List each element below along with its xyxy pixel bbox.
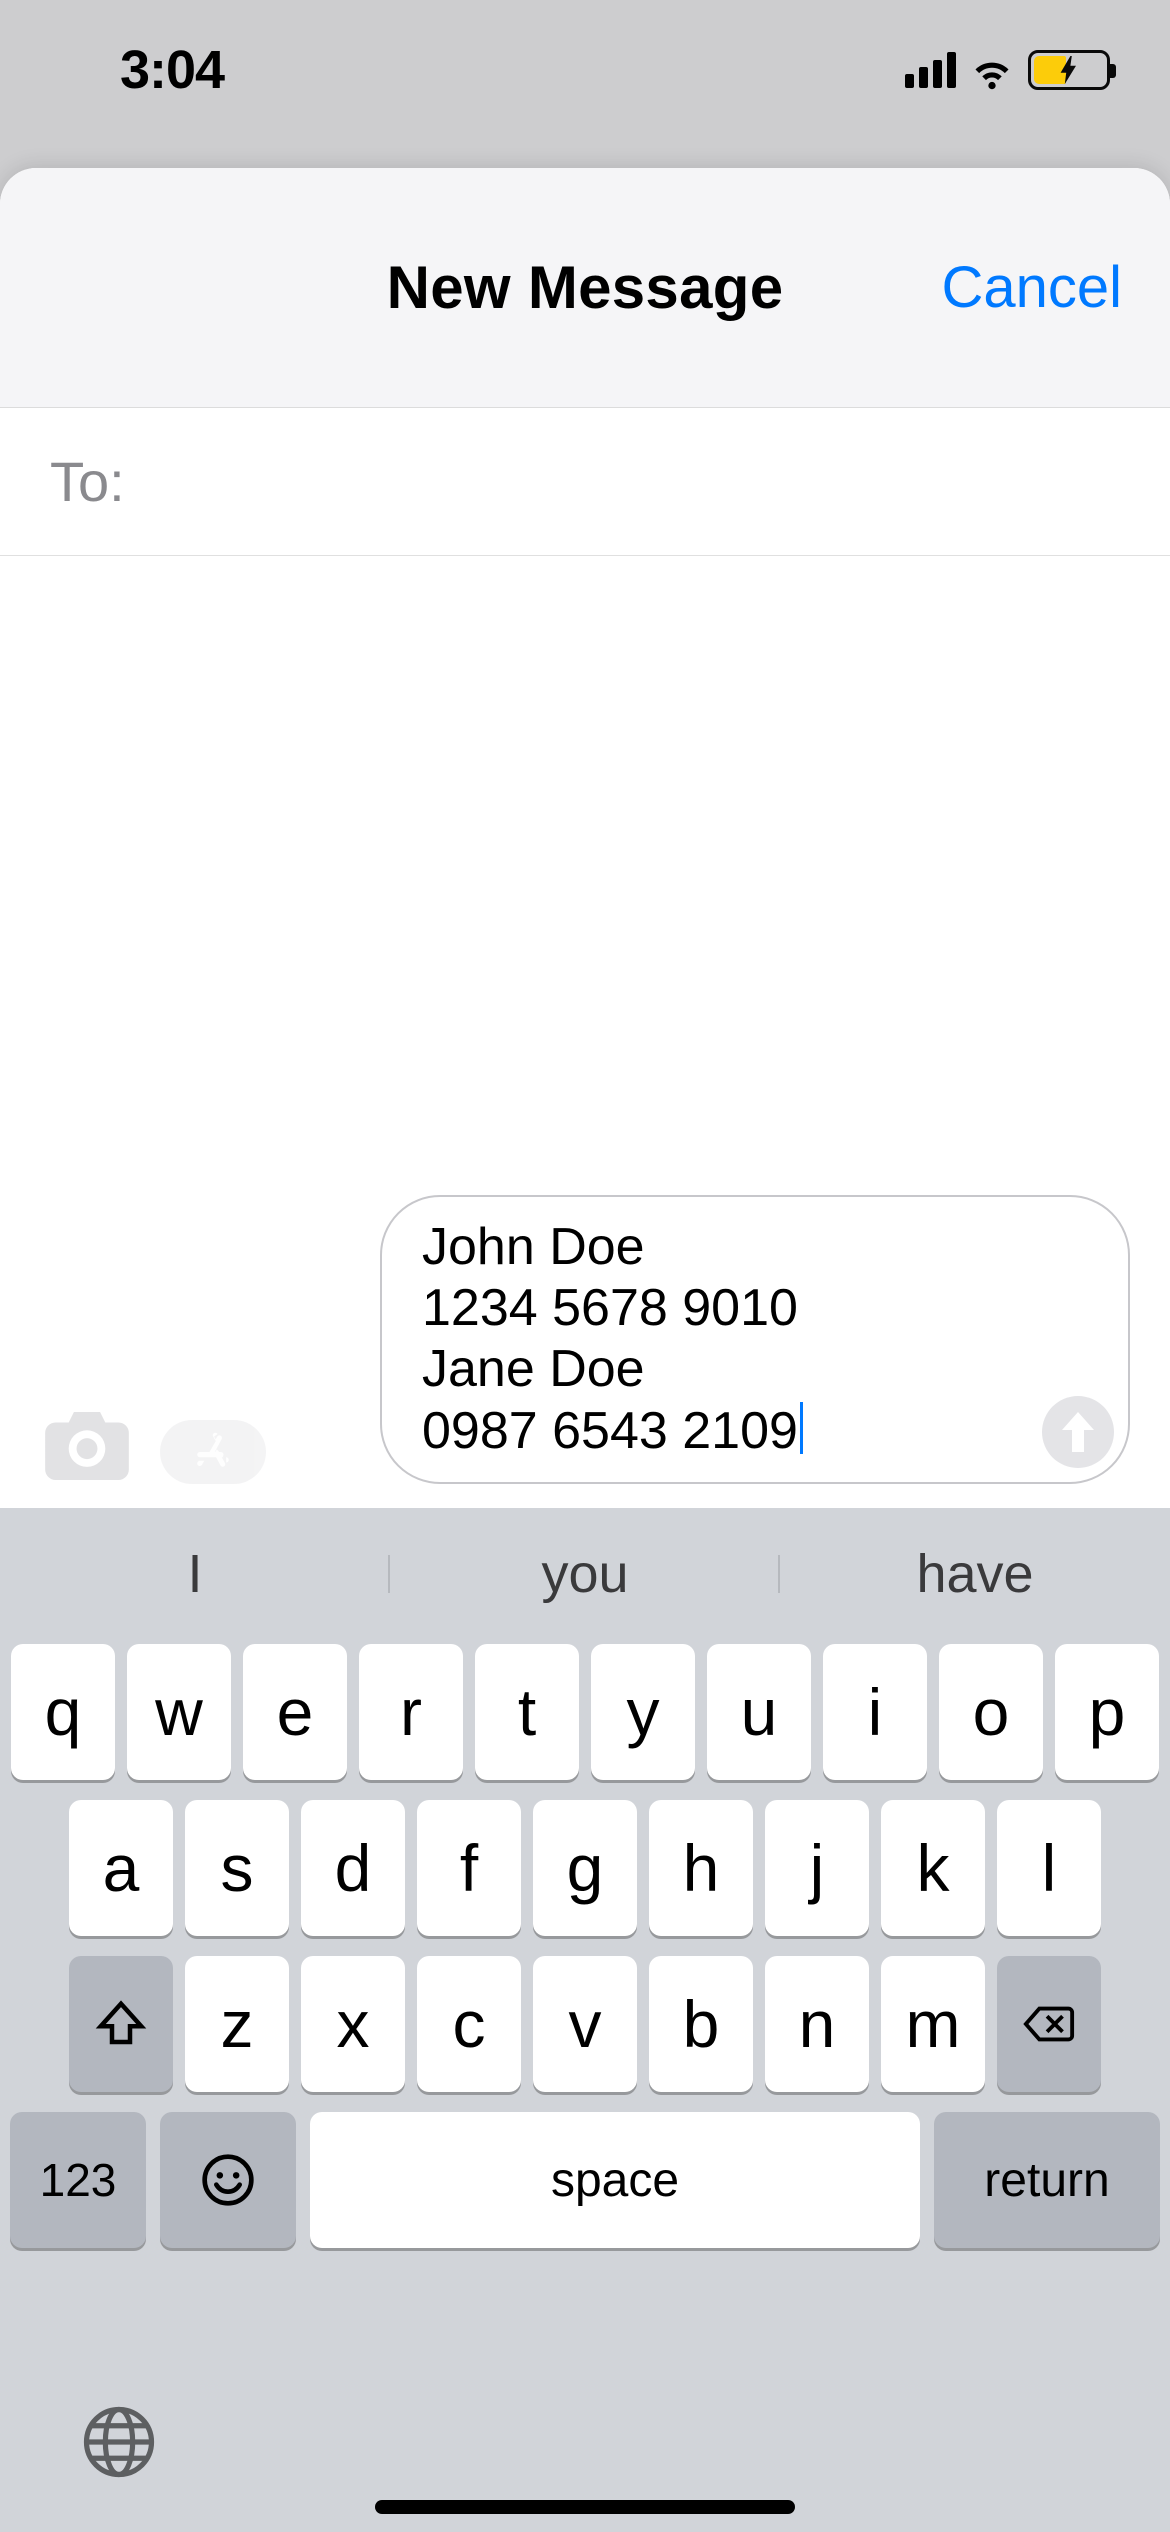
shift-key[interactable] xyxy=(69,1956,173,2092)
key-row: a s d f g h j k l xyxy=(10,1800,1160,1936)
sheet-header: New Message Cancel xyxy=(0,168,1170,408)
message-line: 1234 5678 9010 xyxy=(422,1278,1088,1339)
key-u[interactable]: u xyxy=(707,1644,811,1780)
status-icons xyxy=(905,48,1110,92)
key-q[interactable]: q xyxy=(11,1644,115,1780)
message-line: John Doe xyxy=(422,1217,1088,1278)
key-j[interactable]: j xyxy=(765,1800,869,1936)
emoji-key[interactable] xyxy=(160,2112,296,2248)
key-f[interactable]: f xyxy=(417,1800,521,1936)
message-line: Jane Doe xyxy=(422,1339,1088,1400)
key-z[interactable]: z xyxy=(185,1956,289,2092)
status-bar: 3:04 xyxy=(0,0,1170,140)
shift-icon xyxy=(94,1997,148,2051)
space-key[interactable]: space xyxy=(310,2112,920,2248)
status-time: 3:04 xyxy=(120,39,224,101)
key-row: q w e r t y u i o p xyxy=(10,1644,1160,1780)
app-store-button[interactable] xyxy=(160,1420,266,1484)
backspace-icon xyxy=(1022,1997,1076,2051)
camera-icon xyxy=(45,1412,129,1480)
home-indicator[interactable] xyxy=(375,2500,795,2514)
suggestion[interactable]: have xyxy=(780,1543,1170,1605)
battery-icon xyxy=(1028,50,1110,90)
key-i[interactable]: i xyxy=(823,1644,927,1780)
key-b[interactable]: b xyxy=(649,1956,753,2092)
key-a[interactable]: a xyxy=(69,1800,173,1936)
page-title: New Message xyxy=(387,253,784,322)
backspace-key[interactable] xyxy=(997,1956,1101,2092)
key-row: z x c v b n m xyxy=(10,1956,1160,2092)
key-v[interactable]: v xyxy=(533,1956,637,2092)
globe-icon[interactable] xyxy=(80,2403,158,2481)
numeric-key[interactable]: 123 xyxy=(10,2112,146,2248)
arrow-up-icon xyxy=(1061,1412,1095,1452)
to-label: To: xyxy=(50,449,125,514)
to-field[interactable]: To: xyxy=(0,408,1170,556)
key-p[interactable]: p xyxy=(1055,1644,1159,1780)
cellular-icon xyxy=(905,52,956,88)
app-store-icon xyxy=(192,1431,234,1473)
key-m[interactable]: m xyxy=(881,1956,985,2092)
key-c[interactable]: c xyxy=(417,1956,521,2092)
key-y[interactable]: y xyxy=(591,1644,695,1780)
keyboard: I you have q w e r t y u i o p a s d f xyxy=(0,1508,1170,2532)
emoji-icon xyxy=(200,2152,256,2208)
key-g[interactable]: g xyxy=(533,1800,637,1936)
key-e[interactable]: e xyxy=(243,1644,347,1780)
key-h[interactable]: h xyxy=(649,1800,753,1936)
camera-button[interactable] xyxy=(40,1408,134,1484)
key-t[interactable]: t xyxy=(475,1644,579,1780)
key-k[interactable]: k xyxy=(881,1800,985,1936)
suggestion[interactable]: I xyxy=(0,1543,390,1605)
key-r[interactable]: r xyxy=(359,1644,463,1780)
composer-bar: John Doe 1234 5678 9010 Jane Doe 0987 65… xyxy=(0,1208,1170,1508)
charging-icon xyxy=(1059,56,1079,84)
send-button[interactable] xyxy=(1042,1396,1114,1468)
key-x[interactable]: x xyxy=(301,1956,405,2092)
key-s[interactable]: s xyxy=(185,1800,289,1936)
key-w[interactable]: w xyxy=(127,1644,231,1780)
message-input[interactable]: John Doe 1234 5678 9010 Jane Doe 0987 65… xyxy=(380,1195,1130,1484)
message-line: 0987 6543 2109 xyxy=(422,1401,1088,1462)
key-n[interactable]: n xyxy=(765,1956,869,2092)
return-key[interactable]: return xyxy=(934,2112,1160,2248)
wifi-icon xyxy=(970,48,1014,92)
key-row: 123 space return xyxy=(10,2112,1160,2248)
key-l[interactable]: l xyxy=(997,1800,1101,1936)
suggestion-bar: I you have xyxy=(0,1514,1170,1634)
cancel-button[interactable]: Cancel xyxy=(941,254,1122,321)
key-o[interactable]: o xyxy=(939,1644,1043,1780)
key-d[interactable]: d xyxy=(301,1800,405,1936)
suggestion[interactable]: you xyxy=(390,1543,780,1605)
